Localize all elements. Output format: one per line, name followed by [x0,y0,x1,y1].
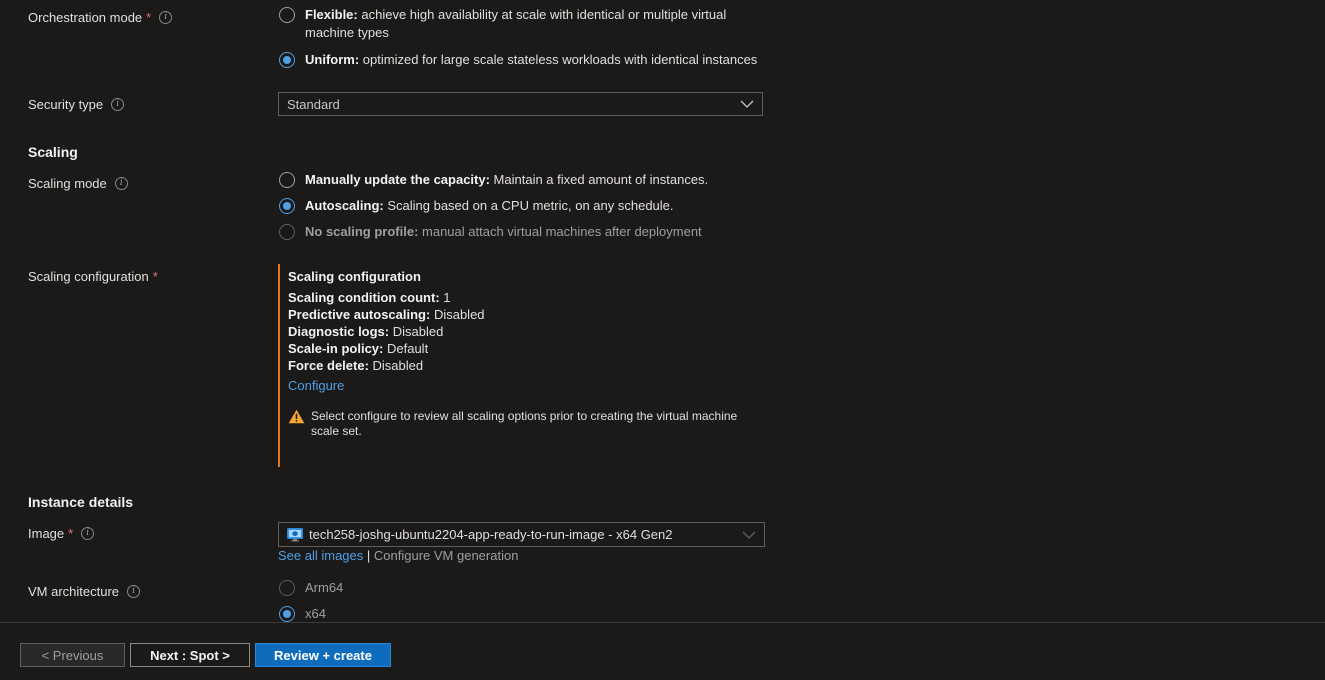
radio-x64[interactable] [279,606,295,622]
scaling-config-row: Diagnostic logs: Disabled [288,324,444,339]
scaling-config-row: Scaling condition count: 1 [288,290,451,305]
info-icon[interactable]: i [159,11,173,24]
orchestration-mode-label: Orchestration mode * i [28,10,173,25]
image-dropdown[interactable]: tech258-joshg-ubuntu2204-app-ready-to-ru… [278,522,765,547]
info-icon[interactable]: i [111,98,125,111]
chevron-down-icon [742,531,756,539]
scaling-configuration-label: Scaling configuration * [28,269,158,284]
vm-image-icon [287,527,303,541]
warning-message: Select configure to review all scaling o… [288,409,765,439]
image-value: tech258-joshg-ubuntu2204-app-ready-to-ru… [309,527,673,542]
image-links: See all images | Configure VM generation [278,548,519,563]
chevron-down-icon [740,100,754,108]
configure-vm-generation-link: Configure VM generation [373,548,519,563]
previous-button[interactable]: < Previous [20,643,125,667]
orchestration-option-flexible[interactable]: Flexible: achieve high availability at s… [279,7,755,42]
vm-arch-option-x64[interactable]: x64 [279,606,326,623]
security-type-label: Security type i [28,97,125,112]
scaling-section-title: Scaling [28,144,78,160]
instance-details-section-title: Instance details [28,494,134,510]
configure-link[interactable]: Configure [288,378,344,393]
image-label: Image * i [28,526,95,541]
radio-flexible[interactable] [279,7,295,23]
info-icon[interactable]: i [127,585,141,598]
info-icon[interactable]: i [81,527,95,540]
info-icon[interactable]: i [114,177,128,190]
radio-autoscaling[interactable] [279,198,295,214]
required-marker: * [152,269,158,284]
radio-arm64 [279,580,295,596]
security-type-value: Standard [287,96,340,112]
scaling-option-autoscaling[interactable]: Autoscaling: Scaling based on a CPU metr… [279,198,674,215]
scaling-configuration-title: Scaling configuration [288,269,421,284]
vm-architecture-label: VM architecture i [28,584,141,599]
scaling-configuration-summary: Scaling configuration Scaling condition … [278,264,765,467]
next-button[interactable]: Next : Spot > [130,643,250,667]
scaling-mode-label: Scaling mode i [28,176,128,191]
radio-manual[interactable] [279,172,295,188]
warning-icon [288,409,305,424]
scaling-config-row: Scale-in policy: Default [288,341,429,356]
security-type-dropdown[interactable]: Standard [278,92,763,116]
footer-bar: < Previous Next : Spot > Review + create [0,622,1325,680]
review-create-button[interactable]: Review + create [255,643,391,667]
orchestration-option-uniform[interactable]: Uniform: optimized for large scale state… [279,52,757,69]
scaling-option-no-profile: No scaling profile: manual attach virtua… [279,224,702,241]
scaling-option-manual[interactable]: Manually update the capacity: Maintain a… [279,172,708,189]
see-all-images-link[interactable]: See all images [278,548,363,563]
radio-uniform[interactable] [279,52,295,68]
vmss-create-form: Orchestration mode * i Flexible: achieve… [0,0,1325,680]
vm-arch-option-arm64: Arm64 [279,580,343,597]
scaling-config-row: Force delete: Disabled [288,358,424,373]
required-marker: * [68,526,74,541]
radio-no-scaling-profile [279,224,295,240]
required-marker: * [146,10,152,25]
scaling-config-row: Predictive autoscaling: Disabled [288,307,485,322]
